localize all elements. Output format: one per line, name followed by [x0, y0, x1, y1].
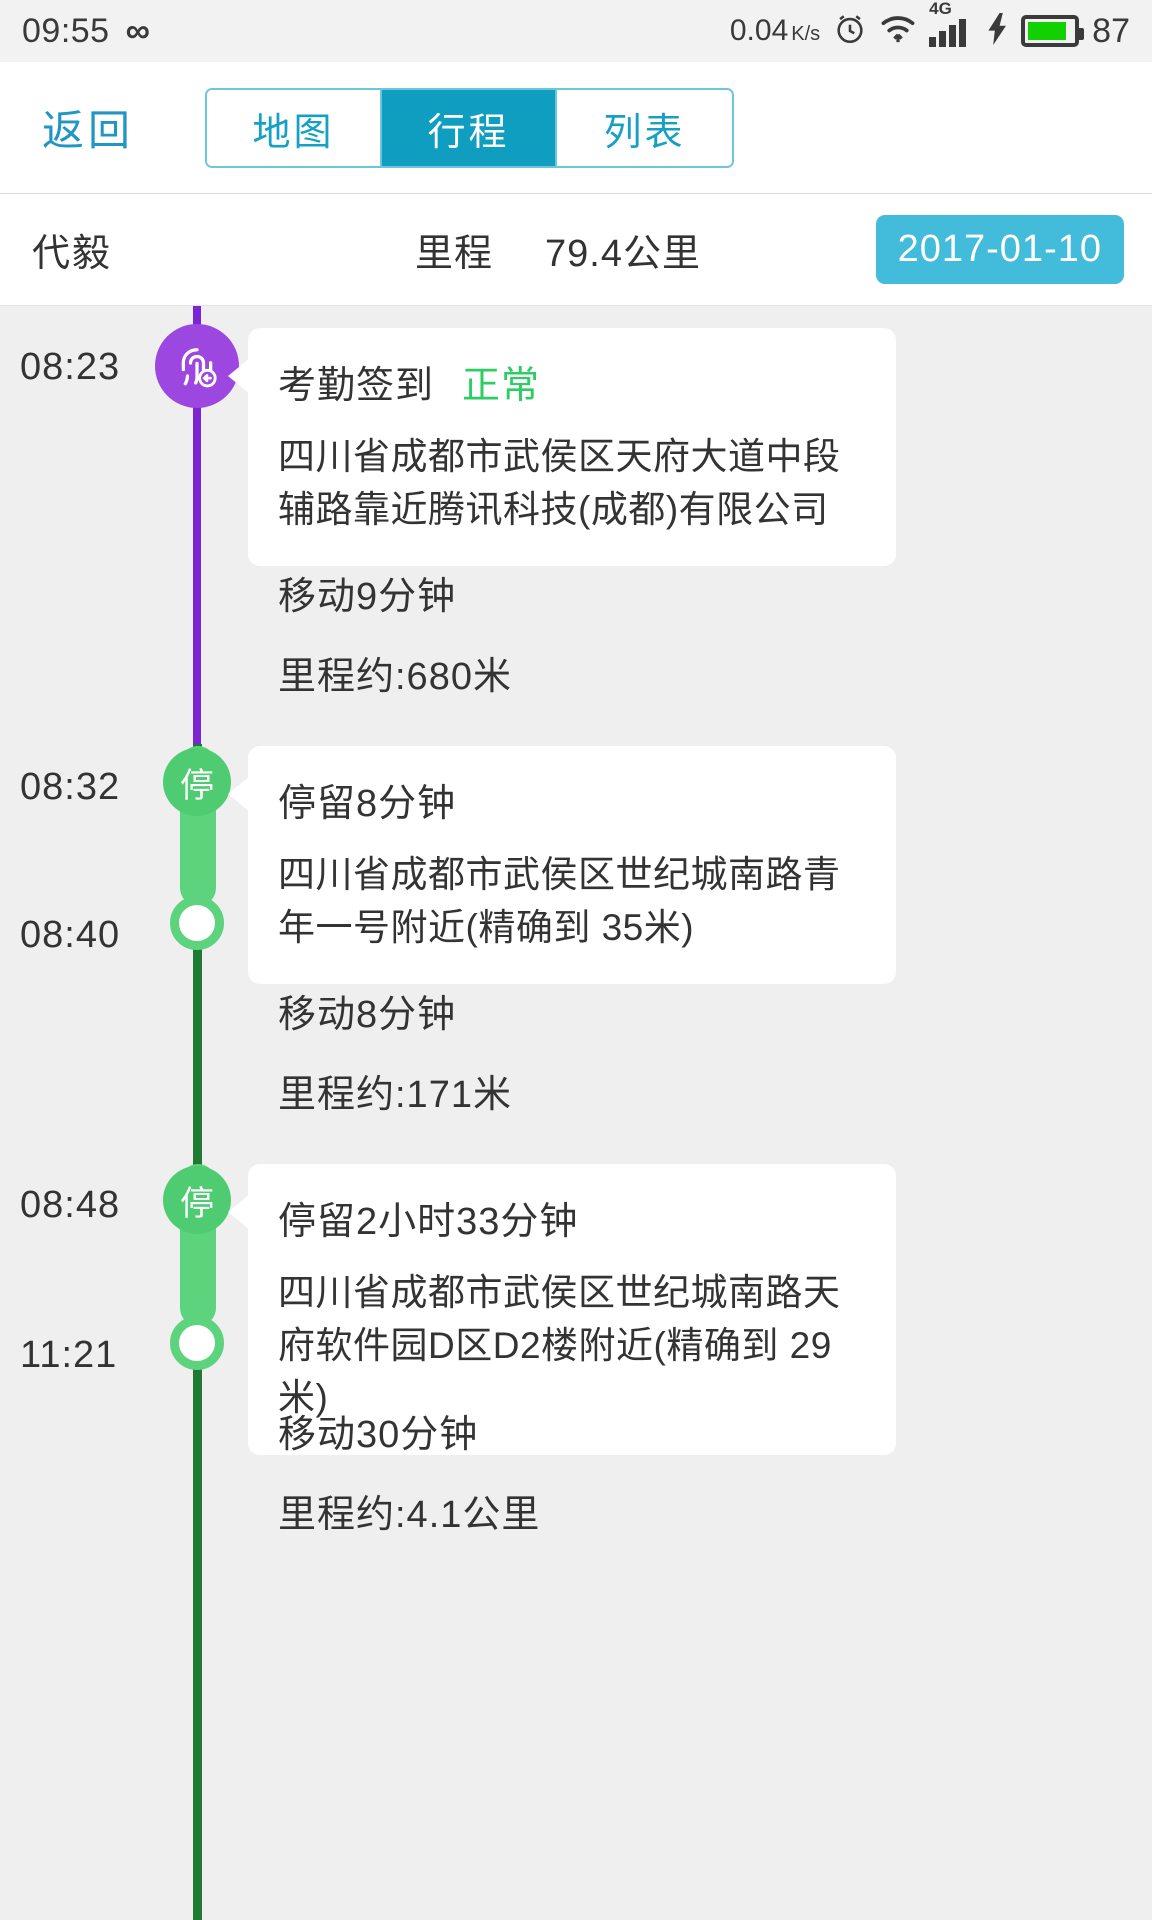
- stop-card-1[interactable]: 停留8分钟 四川省成都市武侯区世纪城南路青年一号附近(精确到 35米): [248, 746, 896, 984]
- battery-percent: 87: [1092, 12, 1130, 51]
- stop-node-icon-2[interactable]: 停: [163, 1166, 231, 1234]
- infinity-icon: ∞: [126, 12, 148, 51]
- stop-title-2: 停留2小时33分钟: [278, 1190, 578, 1245]
- person-name: 代毅: [32, 222, 112, 277]
- status-bar: 09:55 ∞ 0.04 K/s 4G 87: [0, 0, 1152, 62]
- fingerprint-icon[interactable]: [155, 324, 239, 408]
- network-type-label: 4G: [929, 0, 952, 19]
- stop-end-dot-2: [170, 1316, 224, 1370]
- move-block-2: 移动8分钟 里程约:171米: [278, 996, 512, 1114]
- checkin-status: 正常: [462, 354, 540, 409]
- network-speed: 0.04 K/s: [730, 14, 820, 48]
- stop-title-row-1: 停留8分钟: [278, 772, 866, 827]
- stop-title-row-2: 停留2小时33分钟: [278, 1190, 866, 1245]
- rail-segment-green-3: [193, 1520, 202, 1920]
- stop-node-icon-1[interactable]: 停: [163, 748, 231, 816]
- segmented-control: 地图 行程 列表: [205, 88, 734, 168]
- checkin-title-row: 考勤签到 正常: [278, 354, 866, 409]
- stop-end-dot-1: [170, 896, 224, 950]
- move-block-1: 移动9分钟 里程约:680米: [278, 578, 512, 696]
- nav-bar: 返回 地图 行程 列表: [0, 62, 1152, 194]
- network-speed-value: 0.04: [730, 14, 788, 48]
- checkin-card[interactable]: 考勤签到 正常 四川省成都市武侯区天府大道中段辅路靠近腾讯科技(成都)有限公司: [248, 328, 896, 566]
- back-button[interactable]: 返回: [42, 97, 134, 158]
- event-time-checkin: 08:23: [20, 346, 170, 389]
- stop-end-time-1: 08:40: [20, 914, 170, 957]
- mileage-value: 79.4公里: [545, 222, 701, 277]
- network-speed-unit: K/s: [791, 23, 820, 46]
- signal-bars-icon: 4G: [929, 15, 975, 47]
- move-block-3: 移动30分钟 里程约:4.1公里: [278, 1416, 540, 1534]
- move-duration-3: 移动30分钟: [278, 1416, 540, 1454]
- wifi-icon: [880, 13, 916, 50]
- move-distance-3: 里程约:4.1公里: [278, 1496, 540, 1534]
- stop-title-1: 停留8分钟: [278, 772, 456, 827]
- stop-address-2: 四川省成都市武侯区世纪城南路天府软件园D区D2楼附近(精确到 29米): [278, 1267, 866, 1425]
- status-time: 09:55: [22, 12, 110, 51]
- move-distance-1: 里程约:680米: [278, 658, 512, 696]
- mileage-label: 里程: [415, 222, 493, 277]
- checkin-title: 考勤签到: [278, 354, 434, 409]
- date-picker-badge[interactable]: 2017-01-10: [876, 215, 1124, 284]
- checkin-address: 四川省成都市武侯区天府大道中段辅路靠近腾讯科技(成都)有限公司: [278, 431, 866, 536]
- tab-list[interactable]: 列表: [557, 90, 732, 166]
- stop-card-2[interactable]: 停留2小时33分钟 四川省成都市武侯区世纪城南路天府软件园D区D2楼附近(精确到…: [248, 1164, 896, 1455]
- stop-end-time-2: 11:21: [20, 1334, 170, 1377]
- charging-bolt-icon: [988, 13, 1008, 50]
- mileage-group: 里程 79.4公里: [415, 222, 701, 277]
- move-distance-2: 里程约:171米: [278, 1076, 512, 1114]
- info-bar: 代毅 里程 79.4公里 2017-01-10: [0, 194, 1152, 306]
- alarm-clock-icon: [833, 12, 867, 51]
- status-icons: 0.04 K/s 4G 87: [730, 12, 1130, 51]
- move-duration-1: 移动9分钟: [278, 578, 512, 616]
- stop-address-1: 四川省成都市武侯区世纪城南路青年一号附近(精确到 35米): [278, 849, 866, 954]
- battery-icon: [1021, 15, 1079, 47]
- timeline: 08:23 考勤签到 正常 四川省成都市武侯区天府大道中段辅路靠近腾讯科技(成都…: [0, 306, 1152, 1920]
- stop-start-time-2: 08:48: [20, 1184, 170, 1227]
- stop-start-time-1: 08:32: [20, 766, 170, 809]
- tab-trip[interactable]: 行程: [382, 90, 557, 166]
- tab-map[interactable]: 地图: [207, 90, 382, 166]
- move-duration-2: 移动8分钟: [278, 996, 512, 1034]
